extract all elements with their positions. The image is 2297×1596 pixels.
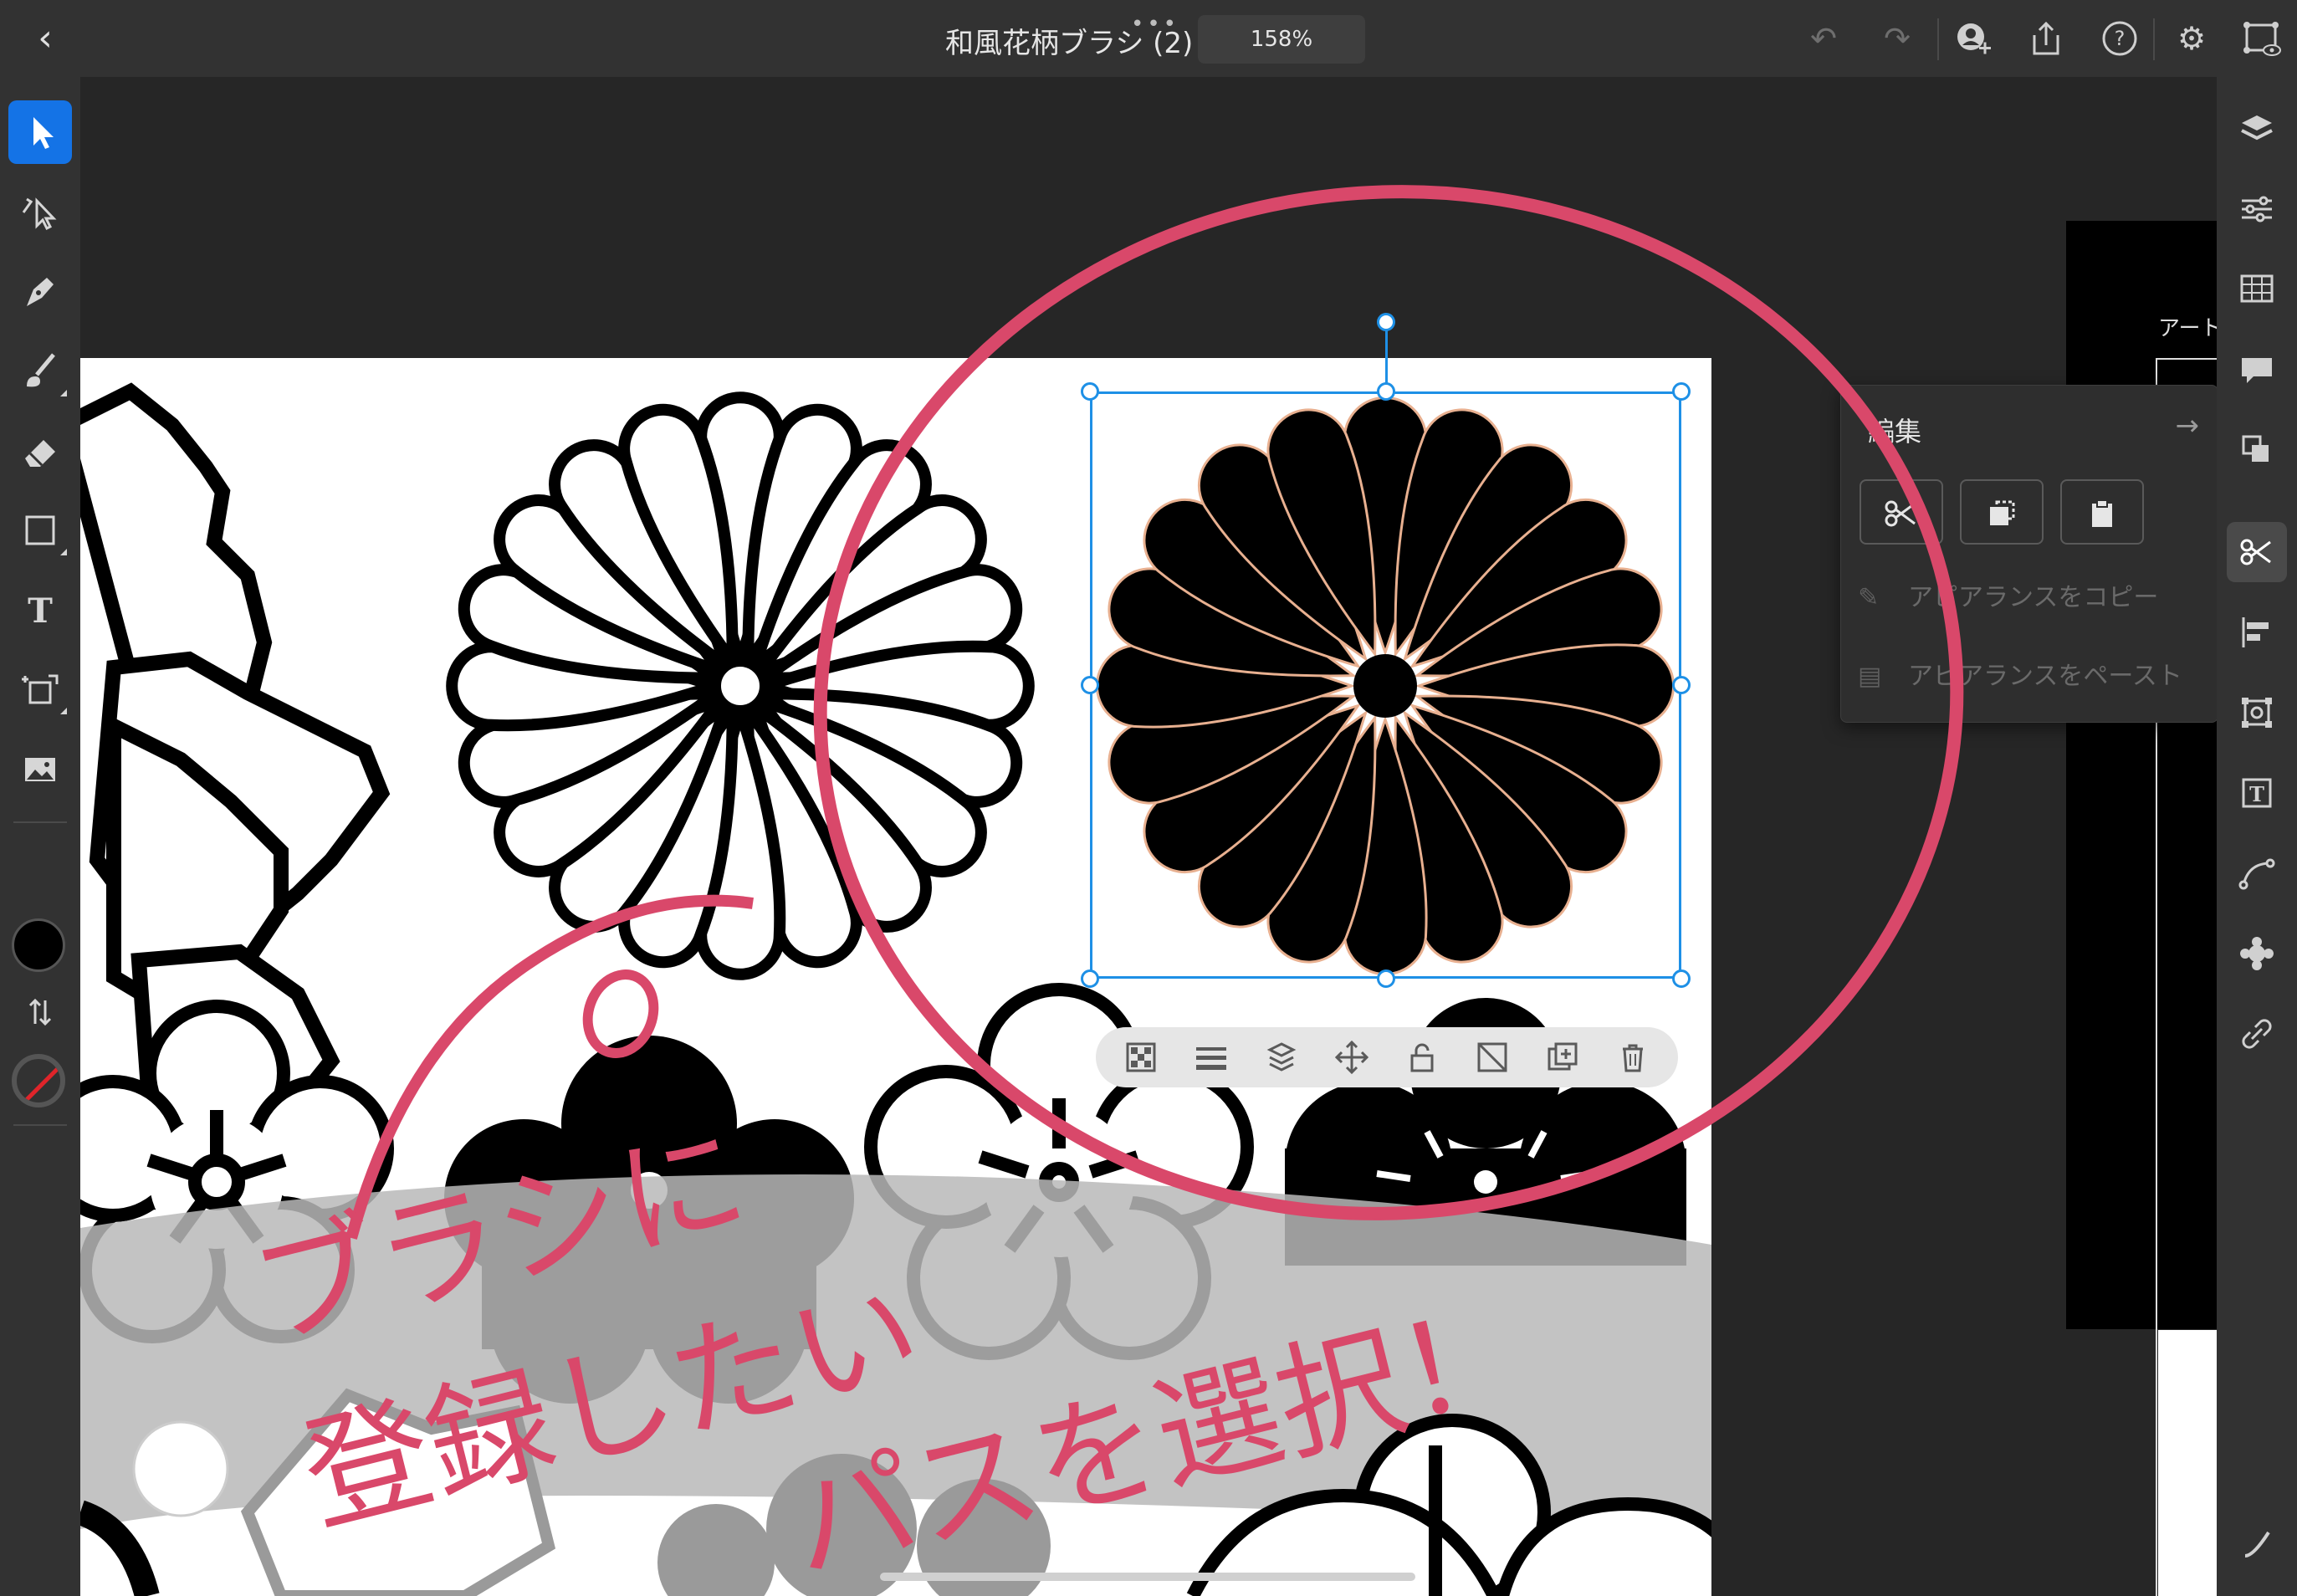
small-circle — [132, 1420, 229, 1517]
svg-text:?: ? — [2115, 27, 2126, 50]
rectangle-icon[interactable] — [8, 499, 72, 562]
stroke-color-swatch[interactable] — [12, 1054, 65, 1107]
mask-icon[interactable] — [1474, 1039, 1511, 1076]
divider — [13, 821, 67, 823]
flower-center — [709, 655, 771, 717]
resize-handle[interactable] — [1672, 382, 1691, 401]
left-toolbar: T — [0, 77, 80, 1596]
effects-icon[interactable] — [2227, 923, 2287, 984]
home-indicator — [880, 1573, 1415, 1581]
link-icon[interactable] — [2227, 1004, 2287, 1064]
transform-icon[interactable] — [8, 657, 72, 721]
stroke-icon[interactable] — [1193, 1039, 1230, 1076]
divider — [13, 1124, 67, 1126]
paste-appearance-label: アピアランスをペースト — [1908, 662, 2182, 691]
resize-handle[interactable] — [1377, 382, 1395, 401]
svg-text:T: T — [28, 591, 53, 631]
selection-icon[interactable] — [8, 100, 72, 164]
edit-icon[interactable] — [2227, 522, 2287, 582]
grid-icon[interactable] — [2227, 259, 2287, 320]
undo-icon[interactable]: ↶ — [1803, 18, 1844, 59]
swap-colors-icon[interactable] — [8, 980, 72, 1044]
chrysanthemum-outline — [446, 391, 1035, 980]
artboard-edge — [2156, 358, 2217, 360]
selection-bounding-box[interactable] — [1090, 391, 1681, 979]
cut-button[interactable] — [1860, 479, 1943, 545]
submenu-indicator — [60, 549, 67, 555]
svg-text:T: T — [2249, 782, 2264, 806]
rotation-handle-line — [1385, 323, 1388, 391]
type-icon[interactable]: T — [2227, 763, 2287, 823]
redo-icon[interactable]: ↷ — [1877, 18, 1917, 59]
resize-handle[interactable] — [1081, 676, 1099, 694]
arrange-icon[interactable] — [1263, 1039, 1300, 1076]
settings-icon[interactable]: ⚙ — [2172, 18, 2212, 59]
paste-style-icon: ▤ — [1858, 662, 1882, 691]
submenu-indicator — [60, 708, 67, 714]
resize-handle[interactable] — [1672, 969, 1691, 988]
comments-icon[interactable] — [2227, 340, 2287, 400]
fill-color-swatch[interactable] — [12, 918, 65, 972]
layers-icon[interactable] — [2227, 99, 2287, 159]
share-icon[interactable] — [2026, 18, 2066, 59]
image-icon[interactable] — [8, 738, 72, 801]
move-icon[interactable] — [1333, 1039, 1370, 1076]
resize-handle[interactable] — [1081, 969, 1099, 988]
eraser-icon[interactable] — [8, 420, 72, 483]
invite-icon[interactable] — [1952, 18, 1993, 59]
pen-icon[interactable] — [8, 259, 72, 323]
document-title[interactable]: 和風花柄ブラシ (2) — [945, 20, 1193, 61]
artboard-label: アート — [2158, 316, 2223, 341]
divider — [1937, 18, 1939, 60]
path-icon[interactable] — [2227, 843, 2287, 903]
duplicate-icon[interactable] — [1544, 1039, 1581, 1076]
properties-icon[interactable] — [2227, 179, 2287, 239]
submenu-indicator — [60, 390, 67, 396]
resize-handle[interactable] — [1081, 382, 1099, 401]
paste-appearance-item[interactable]: ▤ アピアランスをペースト — [1858, 655, 2182, 692]
arrow-right-icon[interactable]: → — [2176, 409, 2200, 442]
preview-icon[interactable] — [2242, 18, 2282, 59]
copy-appearance-item[interactable]: ✎ アピアランスをコピー — [1858, 576, 2158, 613]
resize-handle[interactable] — [1377, 969, 1395, 988]
text-icon[interactable]: T — [8, 579, 72, 642]
artboard-fill — [2158, 1330, 2217, 1596]
arrange-icon[interactable] — [2227, 420, 2287, 480]
context-taskbar — [1096, 1027, 1678, 1087]
right-toolbar: T — [2217, 77, 2297, 1596]
divider — [2153, 18, 2155, 60]
copy-appearance-label: アピアランスをコピー — [1908, 583, 2159, 612]
eyedropper-icon: ✎ — [1858, 583, 1880, 612]
delete-icon[interactable] — [1614, 1039, 1651, 1076]
pencil-hint-icon[interactable] — [2227, 1512, 2287, 1573]
align-icon[interactable] — [2227, 602, 2287, 662]
edit-panel-title: 編集 — [1868, 416, 1922, 448]
paste-button[interactable] — [2060, 479, 2144, 545]
back-icon[interactable]: ‹ — [25, 18, 65, 59]
help-icon[interactable]: ? — [2100, 18, 2140, 59]
rotation-handle[interactable] — [1377, 313, 1395, 331]
direct-selection-icon[interactable] — [8, 179, 72, 243]
zoom-level[interactable]: 158% — [1198, 15, 1365, 64]
transparency-icon[interactable] — [1123, 1039, 1159, 1076]
resize-handle[interactable] — [1672, 676, 1691, 694]
copy-button[interactable] — [1960, 479, 2044, 545]
crop-icon[interactable] — [2227, 683, 2287, 743]
edit-panel: 編集 → ✎ アピアランスをコピー ▤ アピアランスをペースト — [1840, 385, 2218, 723]
top-bar: ••• ‹ 和風花柄ブラシ (2) 158% ↶ ↷ ? ⚙ — [0, 0, 2297, 77]
lock-icon[interactable] — [1404, 1039, 1440, 1076]
brush-icon[interactable] — [8, 340, 72, 403]
